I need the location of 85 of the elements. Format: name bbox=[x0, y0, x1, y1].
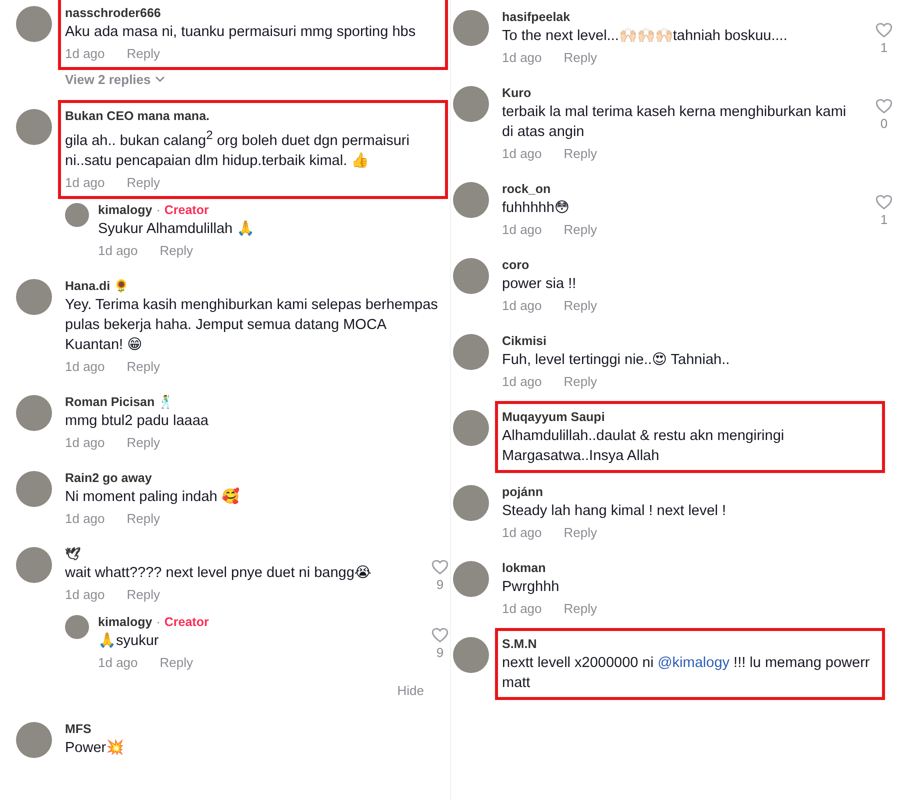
comment-text: Aku ada masa ni, tuanku permaisuri mmg sporting hbs bbox=[65, 23, 417, 42]
avatar-placeholder[interactable] bbox=[16, 278, 52, 315]
timestamp: 1d ago bbox=[502, 221, 542, 239]
avatar-placeholder[interactable] bbox=[16, 722, 52, 758]
username[interactable]: rock_on bbox=[502, 180, 551, 198]
avatar-placeholder[interactable] bbox=[65, 202, 89, 227]
separator-dot: · bbox=[156, 614, 160, 631]
timestamp: 1d ago bbox=[65, 586, 105, 604]
avatar-placeholder[interactable] bbox=[16, 470, 52, 507]
avatar-placeholder[interactable] bbox=[453, 334, 489, 370]
like-count: 1 bbox=[880, 40, 888, 55]
username[interactable]: coro bbox=[502, 256, 530, 274]
comment-text: Alhamdulillah..daulat & restu akn mengiringi Margasatwa..Insya Allah bbox=[502, 427, 786, 466]
timestamp: 1d ago bbox=[98, 654, 138, 672]
comment-text: Power💥 bbox=[65, 738, 126, 758]
username[interactable]: Kuro bbox=[502, 84, 532, 102]
timestamp: 1d ago bbox=[65, 174, 105, 192]
comment-text: Pwrghhh bbox=[502, 578, 560, 597]
avatar-placeholder[interactable] bbox=[453, 10, 489, 46]
username[interactable]: 🕊 bbox=[65, 544, 81, 563]
timestamp: 1d ago bbox=[65, 434, 105, 452]
like-count: 1 bbox=[880, 212, 888, 227]
avatar-placeholder[interactable] bbox=[453, 182, 489, 218]
avatar-placeholder[interactable] bbox=[65, 614, 89, 639]
comment-text: Syukur Alhamdulillah 🙏 bbox=[98, 220, 256, 239]
username[interactable]: lokman bbox=[502, 559, 546, 577]
username[interactable]: nasschroder666 bbox=[65, 4, 161, 22]
like-count: 9 bbox=[436, 644, 444, 660]
timestamp: 1d ago bbox=[65, 510, 105, 528]
username[interactable]: Hana.di 🌻 bbox=[65, 276, 130, 295]
mention-link[interactable]: @kimalogy bbox=[658, 655, 730, 671]
avatar-placeholder[interactable] bbox=[16, 6, 52, 42]
avatar-placeholder[interactable] bbox=[453, 258, 489, 294]
comment-text: gila ah.. bukan calang$^{2}$ org boleh duet dgn permaisuri ni..satu pencapaian dlm hidup.terbaik kimal. 👍 bbox=[65, 127, 410, 171]
avatar-placeholder[interactable] bbox=[453, 86, 489, 122]
heart-icon[interactable] bbox=[875, 194, 893, 210]
comment-text: fuhhhhh😳 bbox=[502, 199, 571, 218]
username[interactable]: Rain2 go away bbox=[65, 468, 152, 487]
comment-text: power sia !! bbox=[502, 275, 578, 294]
timestamp: 1d ago bbox=[65, 45, 105, 63]
creator-label: Creator bbox=[164, 202, 209, 219]
comment-text: Ni moment paling indah 🥰 bbox=[65, 486, 240, 507]
username[interactable]: Roman Picisan 🕺 bbox=[65, 392, 174, 411]
timestamp: 1d ago bbox=[502, 524, 542, 542]
username[interactable]: kimalogy bbox=[98, 612, 152, 631]
heart-icon[interactable] bbox=[431, 626, 449, 643]
comment-text: terbaik la mal terima kaseh kerna menghiburkan kami di atas angin bbox=[502, 103, 848, 142]
timestamp: 1d ago bbox=[502, 297, 542, 315]
creator-label: Creator bbox=[164, 614, 209, 631]
timestamp: 1d ago bbox=[502, 49, 542, 67]
comment-text: mmg btul2 padu laaaa bbox=[65, 412, 210, 431]
avatar-placeholder[interactable] bbox=[16, 546, 52, 583]
like-count: 9 bbox=[436, 576, 444, 592]
comment-text: To the next level...🙌🏻🙌🏻🙌🏻tahniah boskuu.... bbox=[502, 27, 788, 46]
username[interactable]: Muqayyum Saupi bbox=[502, 408, 605, 426]
comment-text: nextt levell x2000000 ni @kimalogy !!! lu memang powerr matt bbox=[502, 654, 871, 693]
chevron-down-icon bbox=[154, 76, 165, 83]
username[interactable]: kimalogy bbox=[98, 200, 152, 219]
avatar-placeholder[interactable] bbox=[16, 394, 52, 431]
timestamp: 1d ago bbox=[65, 358, 105, 376]
avatar-placeholder[interactable] bbox=[16, 109, 52, 145]
username[interactable]: S.M.N bbox=[502, 635, 537, 653]
comment-text: Yey. Terima kasih menghiburkan kami selepas berhempas pulas bekerja haha. Jemput semua datang MOCA Kuantan! 😁 bbox=[65, 296, 439, 355]
heart-icon[interactable] bbox=[875, 98, 893, 114]
username[interactable]: MFS bbox=[65, 720, 92, 738]
comment-text: 🙏syukur bbox=[98, 632, 160, 651]
separator-dot: · bbox=[156, 202, 160, 219]
timestamp: 1d ago bbox=[98, 242, 138, 260]
avatar-placeholder[interactable] bbox=[453, 485, 489, 521]
username[interactable]: hasifpeelak bbox=[502, 8, 570, 26]
timestamp: 1d ago bbox=[502, 600, 542, 618]
avatar-placeholder[interactable] bbox=[453, 637, 489, 673]
comment-text: Steady lah hang kimal ! next level ! bbox=[502, 502, 728, 521]
timestamp: 1d ago bbox=[502, 145, 542, 163]
username[interactable]: Cikmisi bbox=[502, 332, 546, 350]
username[interactable]: pojánn bbox=[502, 483, 543, 501]
avatar-placeholder[interactable] bbox=[453, 410, 489, 446]
like-count: 0 bbox=[880, 116, 888, 131]
avatar-placeholder[interactable] bbox=[453, 561, 489, 597]
heart-icon[interactable] bbox=[875, 22, 893, 38]
comment-text: wait whatt???? next level pnye duet ni bangg😭 bbox=[65, 564, 372, 583]
heart-icon[interactable] bbox=[431, 558, 449, 575]
comment-text: Fuh, level tertinggi nie..😍 Tahniah.. bbox=[502, 351, 731, 370]
username[interactable]: Bukan CEO mana mana. bbox=[65, 107, 210, 125]
timestamp: 1d ago bbox=[502, 373, 542, 391]
